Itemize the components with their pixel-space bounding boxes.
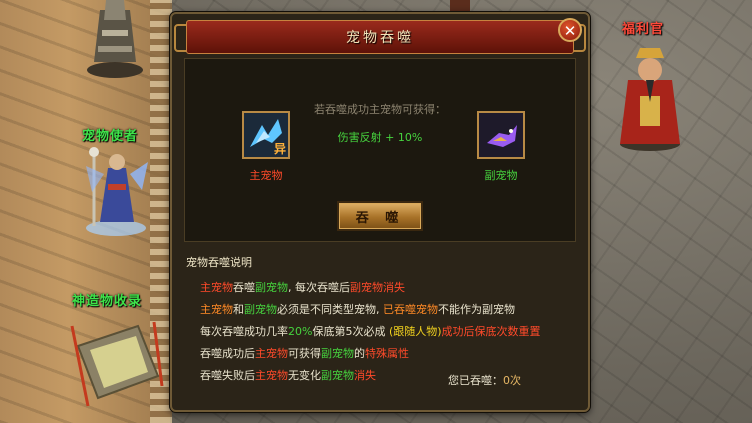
description-segment: 副宠物 bbox=[244, 303, 277, 316]
sub-pet-label: 副宠物 bbox=[484, 169, 518, 182]
artifact-collector-npc[interactable] bbox=[58, 306, 168, 416]
description-segment: 成功后保底次数重置 bbox=[441, 325, 541, 338]
description-segment: 吞噬成功后 bbox=[200, 347, 255, 360]
dialog-title: 宠物吞噬 bbox=[346, 30, 414, 46]
main-pet-label: 主宠物 bbox=[249, 169, 283, 182]
devour-count-value: 0次 bbox=[503, 374, 521, 387]
dialog-title-bar[interactable]: 宠物吞噬 bbox=[186, 20, 574, 54]
description-segment: 主宠物 bbox=[255, 369, 288, 382]
purple-beast-pet-icon bbox=[479, 113, 523, 157]
description-segment: 和 bbox=[233, 303, 244, 316]
devour-count-label: 您已吞噬： bbox=[448, 374, 503, 387]
devour-count: 您已吞噬：0次 bbox=[448, 372, 521, 388]
devour-button[interactable]: 吞 噬 bbox=[337, 201, 423, 231]
description-segment: (跟随人物) bbox=[388, 325, 442, 338]
close-icon: ✕ bbox=[563, 22, 577, 40]
description-segment: 必须是不同类型宠物, bbox=[277, 303, 383, 316]
description-line: 主宠物和副宠物必须是不同类型宠物, 已吞噬宠物不能作为副宠物 bbox=[186, 299, 578, 321]
description-segment: 副宠物 bbox=[321, 347, 354, 360]
description-segment: 吞噬 bbox=[233, 281, 255, 294]
description-segment: 特殊属性 bbox=[365, 347, 409, 360]
description-lines: 主宠物吞噬副宠物, 每次吞噬后副宠物消失 主宠物和副宠物必须是不同类型宠物, 已吞… bbox=[186, 277, 578, 387]
description-segment: 主宠物 bbox=[255, 347, 288, 360]
devour-panel: 若吞噬成功主宠物可获得： 伤害反射 + 10% 异 主宠物 副宠物 吞 噬 bbox=[184, 58, 576, 242]
description-segment: 已吞噬宠物 bbox=[383, 303, 438, 316]
npc-name-welfare-officer[interactable]: 福利官 bbox=[622, 18, 664, 37]
main-pet-slot[interactable]: 异 bbox=[242, 111, 290, 159]
description-segment: 每次吞噬成功几率 bbox=[200, 325, 288, 338]
description-segment: 保底第5次必成 bbox=[312, 325, 389, 338]
description-segment: 副宠物消失 bbox=[350, 281, 405, 294]
ice-dragon-pet-icon: 异 bbox=[244, 113, 288, 157]
description-segment: 吞噬失败后 bbox=[200, 369, 255, 382]
description-line: 主宠物吞噬副宠物, 每次吞噬后副宠物消失 bbox=[186, 277, 578, 299]
devour-description: 宠物吞噬说明 主宠物吞噬副宠物, 每次吞噬后副宠物消失 主宠物和副宠物必须是不同类… bbox=[186, 254, 578, 387]
description-segment: , 每次吞噬后 bbox=[288, 281, 350, 294]
statue-figure bbox=[87, 0, 143, 78]
description-segment: 副宠物 bbox=[255, 281, 288, 294]
close-button[interactable]: ✕ bbox=[558, 18, 582, 42]
description-segment: 20% bbox=[288, 325, 313, 338]
pet-devour-dialog: 宠物吞噬 ✕ 若吞噬成功主宠物可获得： 伤害反射 + 10% 异 主宠物 副宠物 bbox=[170, 12, 590, 412]
description-segment: 副宠物 bbox=[321, 369, 354, 382]
description-segment: 可获得 bbox=[288, 347, 321, 360]
description-segment: 的 bbox=[354, 347, 365, 360]
description-segment: 主宠物 bbox=[200, 281, 233, 294]
welfare-officer-npc[interactable] bbox=[610, 40, 690, 152]
description-segment: 主宠物 bbox=[200, 303, 233, 316]
description-segment: 消失 bbox=[354, 369, 376, 382]
description-segment: 不能作为副宠物 bbox=[438, 303, 515, 316]
description-line: 每次吞噬成功几率20%保底第5次必成 (跟随人物)成功后保底次数重置 bbox=[186, 321, 578, 343]
npc-name-pet-envoy[interactable]: 宠物使者 bbox=[82, 125, 138, 144]
mutation-badge: 异 bbox=[274, 142, 286, 156]
description-title: 宠物吞噬说明 bbox=[186, 256, 252, 269]
pet-envoy-npc[interactable] bbox=[80, 144, 152, 238]
sub-pet-slot[interactable] bbox=[477, 111, 525, 159]
description-segment: 无变化 bbox=[288, 369, 321, 382]
description-line: 吞噬成功后主宠物可获得副宠物的特殊属性 bbox=[186, 343, 578, 365]
